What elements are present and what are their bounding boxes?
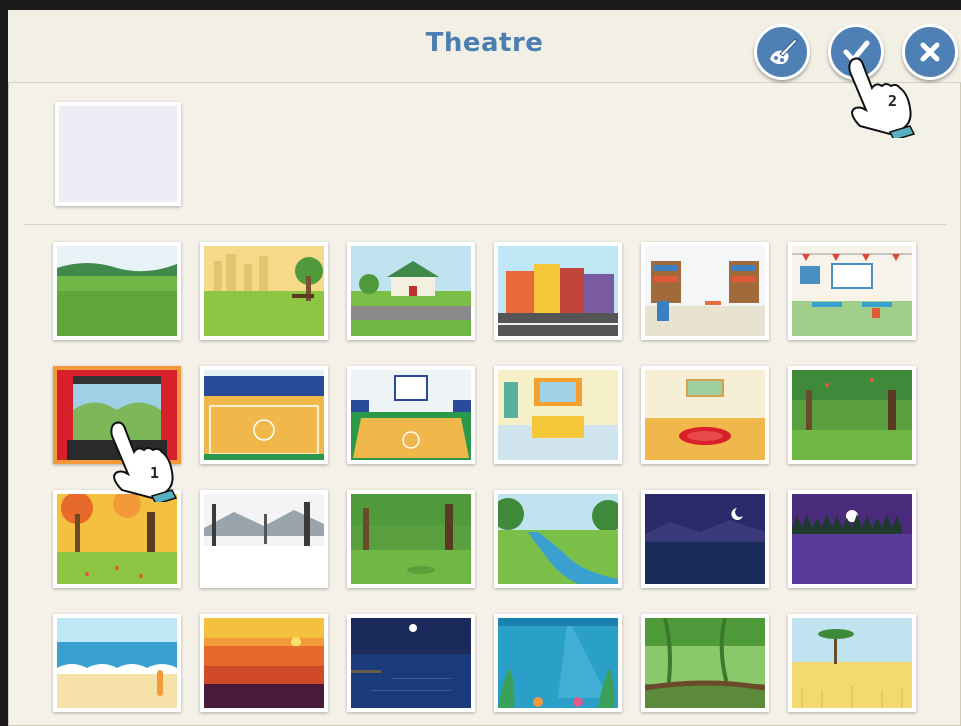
hint-step-2: 2 <box>888 92 897 110</box>
backdrop-night-lake[interactable] <box>641 490 769 588</box>
backdrop-classroom[interactable] <box>788 242 916 340</box>
backdrop-suburb[interactable] <box>347 242 475 340</box>
header-bar: Theatre <box>8 10 961 83</box>
page-title: Theatre <box>425 28 544 58</box>
backdrop-night-pier[interactable] <box>347 614 475 712</box>
backdrop-gym[interactable] <box>200 366 328 464</box>
backdrop-autumn-forest[interactable] <box>53 490 181 588</box>
backdrop-river[interactable] <box>494 490 622 588</box>
backdrop-orchard[interactable] <box>788 366 916 464</box>
backdrop-jungle[interactable] <box>641 614 769 712</box>
paintbrush-icon <box>770 38 798 65</box>
backdrop-picker: Theatre 1 2 <box>8 10 961 726</box>
backdrop-bedroom[interactable] <box>494 366 622 464</box>
backdrop-savanna[interactable] <box>788 614 916 712</box>
tutorial-hand-2: 2 <box>848 57 916 138</box>
backdrop-city-park[interactable] <box>200 242 328 340</box>
backdrop-night-forest[interactable] <box>788 490 916 588</box>
backdrop-forest[interactable] <box>347 490 475 588</box>
divider <box>24 224 946 225</box>
backdrop-empty-room[interactable] <box>641 366 769 464</box>
selected-backdrop-slot[interactable] <box>55 102 181 206</box>
backdrop-city-street[interactable] <box>494 242 622 340</box>
hint-step-1: 1 <box>150 464 159 482</box>
backdrop-meadow[interactable] <box>53 242 181 340</box>
backdrop-beach[interactable] <box>53 614 181 712</box>
backdrop-underwater[interactable] <box>494 614 622 712</box>
backdrop-winter-forest[interactable] <box>200 490 328 588</box>
backdrop-basketball-court[interactable] <box>347 366 475 464</box>
tutorial-hand-1: 1 <box>110 421 178 502</box>
backdrop-sunset-sea[interactable] <box>200 614 328 712</box>
paint-button[interactable] <box>754 24 810 80</box>
backdrop-library[interactable] <box>641 242 769 340</box>
